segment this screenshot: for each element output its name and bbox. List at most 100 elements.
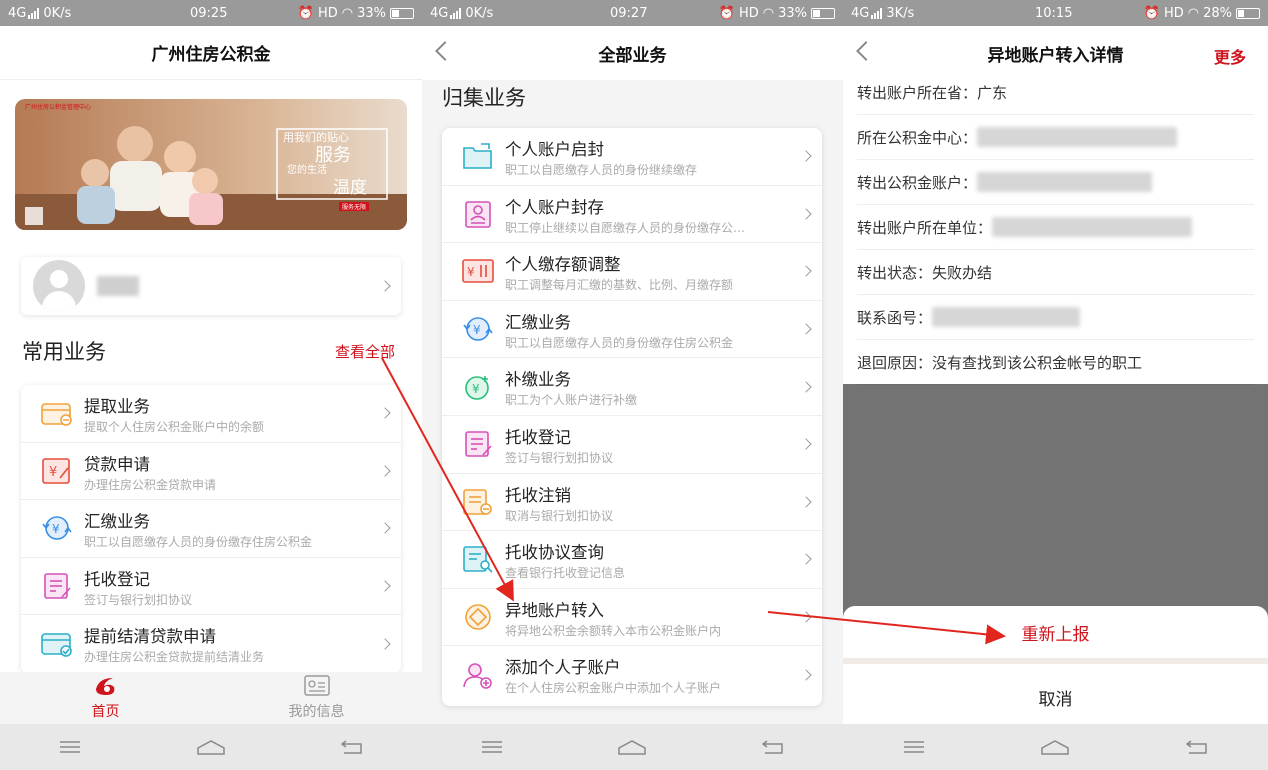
service-title: 提前结清贷款申请 xyxy=(84,627,216,647)
service-item[interactable]: ¥ 汇缴业务 职工以自愿缴存人员的身份缴存住房公积金 xyxy=(442,301,822,359)
resubmit-button[interactable]: 重新上报 xyxy=(843,606,1268,664)
signal-icon xyxy=(871,7,884,19)
detail-row: 转出账户所在单位： xyxy=(857,205,1254,250)
section-title: 常用业务 xyxy=(22,340,106,364)
promo-banner[interactable]: 广州住房公积金管理中心 用我们的贴心 服务 您的生活 温度 服务无限 xyxy=(15,99,407,230)
return-icon xyxy=(1186,740,1207,754)
remit-icon: ¥ xyxy=(39,511,75,545)
service-item[interactable]: 添加个人子账户在个人住房公积金账户中添加个人子账户 xyxy=(442,646,822,704)
detail-row: 所在公积金中心： xyxy=(857,115,1254,160)
detail-value: 广东 xyxy=(977,83,1008,102)
service-item[interactable]: 个人账户封存职工停止继续以自愿缴存人员的身份缴存公… xyxy=(442,186,822,244)
more-button[interactable]: 更多 xyxy=(1214,44,1246,68)
cancel-button[interactable]: 取消 xyxy=(843,668,1268,726)
service-item[interactable]: 提取业务 提取个人住房公积金账户中的余额 xyxy=(21,385,401,443)
redacted-value xyxy=(977,172,1153,192)
status-bar: 4G 0K/s 09:27 ⏰ HD ◠ 33% xyxy=(422,0,843,26)
back-arrow-icon[interactable] xyxy=(856,41,876,61)
back-arrow-icon[interactable] xyxy=(435,41,455,61)
chevron-right-icon xyxy=(800,553,812,566)
menu-nav-button[interactable] xyxy=(48,732,92,762)
menu-nav-button[interactable] xyxy=(892,732,936,762)
service-item[interactable]: 异地账户转入 将异地公积金余额转入本市公积金账户内 xyxy=(442,589,822,647)
page-title: 广州住房公积金 xyxy=(0,26,422,80)
chevron-right-icon xyxy=(379,522,391,535)
service-item[interactable]: 托收登记 签订与银行划扣协议 xyxy=(21,558,401,616)
service-desc: 职工为个人账户进行补缴 xyxy=(505,393,638,408)
home-nav-button[interactable] xyxy=(189,732,233,762)
detail-row: 转出账户所在省： 广东 xyxy=(857,70,1254,115)
service-item[interactable]: 托收登记 签订与银行划扣协议 xyxy=(442,416,822,474)
avatar xyxy=(33,260,85,312)
service-desc: 在个人住房公积金账户中添加个人子账户 xyxy=(505,681,722,696)
home-nav-button[interactable] xyxy=(610,732,654,762)
service-item[interactable]: 个人账户启封职工以自愿缴存人员的身份继续缴存 xyxy=(442,128,822,186)
network-label: 4G xyxy=(430,5,449,21)
service-item[interactable]: ¥ 贷款申请 办理住房公积金贷款申请 xyxy=(21,443,401,501)
back-nav-button[interactable] xyxy=(751,732,795,762)
home-nav-button[interactable] xyxy=(1033,732,1077,762)
section-title: 归集业务 xyxy=(442,86,526,110)
tab-my-info[interactable]: 我的信息 xyxy=(211,672,422,724)
back-nav-button[interactable] xyxy=(330,732,374,762)
svg-text:¥: ¥ xyxy=(467,265,475,279)
register-icon xyxy=(460,427,496,461)
tab-home[interactable]: 首页 xyxy=(0,672,211,724)
person-seal-icon xyxy=(460,197,496,231)
service-title: 个人账户封存 xyxy=(505,197,604,217)
system-nav-bar xyxy=(843,724,1268,770)
system-nav-bar xyxy=(422,724,843,770)
service-desc: 签订与银行划扣协议 xyxy=(505,450,614,465)
hd-label: HD xyxy=(738,5,759,21)
chevron-right-icon xyxy=(800,496,812,508)
service-desc: 职工停止继续以自愿缴存人员的身份缴存公… xyxy=(505,220,746,235)
detail-row: 转出状态： 失败办结 xyxy=(857,250,1254,295)
service-title: 个人账户启封 xyxy=(505,140,604,159)
service-title: 汇缴业务 xyxy=(505,312,571,332)
network-label: 4G xyxy=(8,5,27,21)
detail-label: 转出账户所在省： xyxy=(857,83,978,102)
action-sheet: 重新上报 取消 xyxy=(843,606,1268,724)
home-logo-icon xyxy=(95,678,114,695)
banner-tag: 服务无限 xyxy=(342,204,367,211)
net-speed: 0K/s xyxy=(43,5,72,21)
service-item[interactable]: ¥ 个人缴存额调整 职工调整每月汇缴的基数、比例、月缴存额 xyxy=(442,243,822,301)
service-title: 添加个人子账户 xyxy=(505,658,621,678)
service-desc: 办理住房公积金贷款提前结清业务 xyxy=(84,650,265,665)
service-title: 托收协议查询 xyxy=(505,543,604,563)
service-item[interactable]: 提前结清贷款申请办理住房公积金贷款提前结清业务 xyxy=(21,615,401,673)
service-desc: 职工以自愿缴存人员的身份缴存住房公积金 xyxy=(505,335,734,350)
redacted-value xyxy=(977,127,1178,147)
back-nav-button[interactable] xyxy=(1175,732,1219,762)
search-doc-icon xyxy=(460,542,496,576)
tab-home-label: 首页 xyxy=(91,704,120,720)
detail-label: 联系函号： xyxy=(857,308,933,327)
supplement-icon: ¥ xyxy=(460,370,496,404)
svg-text:¥: ¥ xyxy=(472,382,480,396)
hd-label: HD xyxy=(1163,5,1184,21)
service-desc: 将异地公积金余额转入本市公积金账户内 xyxy=(505,623,722,638)
service-item[interactable]: ¥ 汇缴业务 职工以自愿缴存人员的身份缴存住房公积金 xyxy=(21,500,401,558)
redacted-value xyxy=(932,307,1081,327)
chevron-right-icon xyxy=(800,611,812,623)
chevron-right-icon xyxy=(379,280,391,292)
service-item[interactable]: 托收注销 取消与银行划扣协议 xyxy=(442,474,822,532)
adjust-icon: ¥ xyxy=(460,254,496,288)
service-desc: 职工以自愿缴存人员的身份继续缴存 xyxy=(505,163,698,177)
svg-text:¥: ¥ xyxy=(49,465,57,480)
see-all-link[interactable]: 查看全部 xyxy=(335,341,395,362)
page-title: 异地账户转入详情 xyxy=(987,45,1124,66)
banner-brand: 广州住房公积金管理中心 xyxy=(25,104,92,111)
wifi-icon: ◠ xyxy=(762,5,775,21)
user-card[interactable] xyxy=(21,257,401,315)
battery-label: 33% xyxy=(778,5,807,21)
detail-row: 退回原因： 没有查找到该公积金帐号的职工 xyxy=(857,340,1254,385)
clock: 09:27 xyxy=(610,5,648,21)
menu-nav-button[interactable] xyxy=(470,732,514,762)
chevron-right-icon xyxy=(800,438,812,450)
chevron-right-icon xyxy=(379,407,391,419)
service-item[interactable]: 托收协议查询 查看银行托收登记信息 xyxy=(442,531,822,589)
service-item[interactable]: ¥ 补缴业务 职工为个人账户进行补缴 xyxy=(442,358,822,416)
profile-card-icon xyxy=(303,675,330,696)
transfer-icon xyxy=(460,600,496,634)
